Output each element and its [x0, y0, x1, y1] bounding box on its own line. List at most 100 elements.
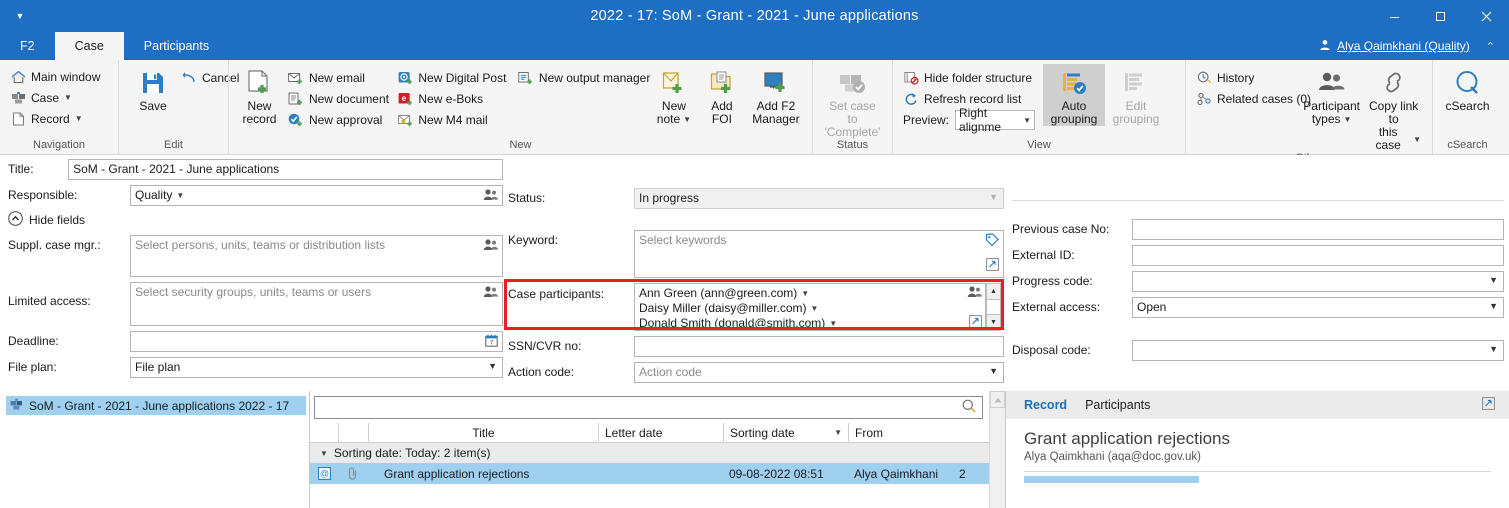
participant-types-button[interactable]: Participant types ▼: [1302, 64, 1361, 126]
main-window-button[interactable]: Main window: [6, 66, 104, 87]
scroll-up-icon[interactable]: ▲: [987, 284, 1000, 300]
chevron-down-icon[interactable]: ▼: [1489, 275, 1498, 285]
hide-folder-structure-button[interactable]: Hide folder structure: [899, 67, 1039, 88]
external-id-input[interactable]: [1132, 245, 1504, 266]
csearch-button[interactable]: cSearch: [1439, 64, 1496, 113]
user-name-link[interactable]: Alya Qaimkhani (Quality): [1337, 39, 1470, 53]
chevron-down-icon[interactable]: ▼: [488, 361, 497, 371]
chevron-down-icon[interactable]: ▼: [683, 113, 691, 126]
search-icon[interactable]: [962, 399, 976, 416]
record-list-scrollbar[interactable]: [989, 391, 1005, 508]
calendar-icon[interactable]: 7: [485, 334, 498, 347]
scroll-down-icon[interactable]: ▼: [987, 315, 1000, 330]
action-code-select[interactable]: Action code ▼: [634, 362, 1004, 383]
chevron-down-icon[interactable]: ▼: [1023, 116, 1031, 125]
progress-code-select[interactable]: ▼: [1132, 271, 1504, 292]
copy-link-to-case-button[interactable]: Copy link to this case ▼: [1361, 64, 1426, 152]
scroll-thumb[interactable]: [987, 300, 1000, 316]
people-picker-icon[interactable]: [483, 285, 498, 298]
chevron-down-icon[interactable]: ▼: [811, 301, 819, 316]
case-participants-scrollbar[interactable]: ▲ ▼: [986, 283, 1001, 331]
keyword-tag-icon[interactable]: [985, 233, 999, 246]
record-button[interactable]: Record ▼: [6, 108, 104, 129]
tab-participants[interactable]: Participants: [124, 32, 229, 60]
preview-alignment-select[interactable]: Right alignme ▼: [955, 110, 1035, 130]
people-picker-icon[interactable]: [483, 238, 498, 251]
limited-access-input[interactable]: Select security groups, units, teams or …: [130, 282, 503, 326]
suppl-case-mgr-input[interactable]: Select persons, units, teams or distribu…: [130, 235, 503, 277]
status-select[interactable]: In progress ▼: [634, 188, 1004, 209]
column-attachment[interactable]: [338, 423, 368, 442]
participant-row[interactable]: Ann Green (ann@green.com) ▼: [639, 286, 809, 301]
people-picker-icon[interactable]: [967, 285, 982, 298]
chevron-up-circle-icon[interactable]: [8, 211, 23, 229]
new-digital-post-button[interactable]: New Digital Post: [393, 67, 514, 88]
table-row[interactable]: @ Grant application rejections 09-08-202…: [310, 463, 989, 484]
scroll-up-icon[interactable]: [990, 391, 1005, 408]
deadline-input[interactable]: 7: [130, 331, 503, 352]
new-eboks-button[interactable]: e New e-Boks: [393, 88, 514, 109]
new-note-button[interactable]: New note ▼: [650, 64, 698, 126]
close-icon[interactable]: [1463, 0, 1509, 32]
quick-access-toolbar[interactable]: ▼: [0, 0, 40, 32]
chevron-down-icon[interactable]: ▼: [320, 449, 328, 458]
history-button[interactable]: History: [1192, 67, 1302, 88]
chevron-up-icon[interactable]: ⌃: [1476, 40, 1501, 53]
participant-row[interactable]: Donald Smith (donald@smith.com) ▼: [639, 316, 837, 331]
save-button[interactable]: Save: [129, 64, 177, 113]
tab-case[interactable]: Case: [55, 32, 124, 60]
new-output-manager-button[interactable]: New output manager: [514, 67, 650, 88]
external-access-select[interactable]: Open ▼: [1132, 297, 1504, 318]
people-picker-icon[interactable]: [483, 188, 498, 201]
new-document-button[interactable]: New document: [284, 88, 393, 109]
maximize-icon[interactable]: [1417, 0, 1463, 32]
tab-participants[interactable]: Participants: [1085, 398, 1150, 412]
chevron-down-icon[interactable]: ▼: [176, 191, 184, 200]
auto-grouping-button[interactable]: Auto grouping: [1043, 64, 1105, 126]
hide-fields-toggle[interactable]: Hide fields: [8, 211, 503, 229]
case-participants-input[interactable]: Ann Green (ann@green.com) ▼ Daisy Miller…: [634, 283, 986, 331]
case-button[interactable]: Case ▼: [6, 87, 104, 108]
new-record-button[interactable]: New record: [235, 64, 284, 126]
ssn-cvr-input[interactable]: [634, 336, 1004, 357]
column-type[interactable]: [310, 423, 338, 442]
set-case-complete-button[interactable]: Set case to 'Complete': [819, 64, 886, 139]
keyword-input[interactable]: Select keywords: [634, 230, 1004, 278]
participant-row[interactable]: Daisy Miller (daisy@miller.com) ▼: [639, 301, 818, 316]
chevron-down-icon[interactable]: ▼: [1344, 113, 1352, 126]
new-m4-mail-button[interactable]: New M4 mail: [393, 109, 514, 130]
related-cases-button[interactable]: Related cases (0): [1192, 88, 1302, 109]
minimize-icon[interactable]: [1371, 0, 1417, 32]
popout-icon[interactable]: [1482, 397, 1495, 413]
record-group-row[interactable]: ▼ Sorting date: Today: 2 item(s): [310, 443, 989, 463]
tab-record[interactable]: Record: [1024, 398, 1067, 412]
sort-descending-icon[interactable]: ▼: [834, 428, 842, 437]
expand-icon[interactable]: [986, 258, 999, 271]
chevron-down-icon[interactable]: ▼: [1489, 301, 1498, 311]
folder-item-case[interactable]: SoM - Grant - 2021 - June applications 2…: [6, 396, 306, 415]
title-input[interactable]: SoM - Grant - 2021 - June applications: [68, 159, 503, 180]
chevron-down-icon[interactable]: ▼: [64, 93, 72, 102]
file-plan-select[interactable]: File plan ▼: [130, 357, 503, 378]
column-title[interactable]: Title: [368, 423, 598, 442]
new-approval-button[interactable]: New approval: [284, 109, 393, 130]
quick-access-toolbar-icon[interactable]: ▼: [16, 12, 25, 21]
column-letter-date[interactable]: Letter date: [598, 423, 723, 442]
tab-f2[interactable]: F2: [0, 32, 55, 60]
new-email-button[interactable]: New email: [284, 67, 393, 88]
chevron-down-icon[interactable]: ▼: [829, 316, 837, 331]
chevron-down-icon[interactable]: ▼: [1489, 344, 1498, 354]
previous-case-no-input[interactable]: [1132, 219, 1504, 240]
responsible-input[interactable]: Quality ▼: [130, 185, 503, 206]
add-foi-button[interactable]: Add FOI: [698, 64, 746, 126]
disposal-code-select[interactable]: ▼: [1132, 340, 1504, 361]
expand-icon[interactable]: [969, 315, 982, 328]
column-sorting-date[interactable]: Sorting date ▼: [723, 423, 848, 442]
add-f2-manager-button[interactable]: Add F2 Manager: [746, 64, 806, 126]
chevron-down-icon[interactable]: ▼: [989, 192, 998, 202]
chevron-down-icon[interactable]: ▼: [75, 114, 83, 123]
chevron-down-icon[interactable]: ▼: [1413, 133, 1421, 146]
column-from[interactable]: From: [848, 423, 989, 442]
search-input[interactable]: [314, 396, 983, 419]
chevron-down-icon[interactable]: ▼: [989, 366, 998, 376]
